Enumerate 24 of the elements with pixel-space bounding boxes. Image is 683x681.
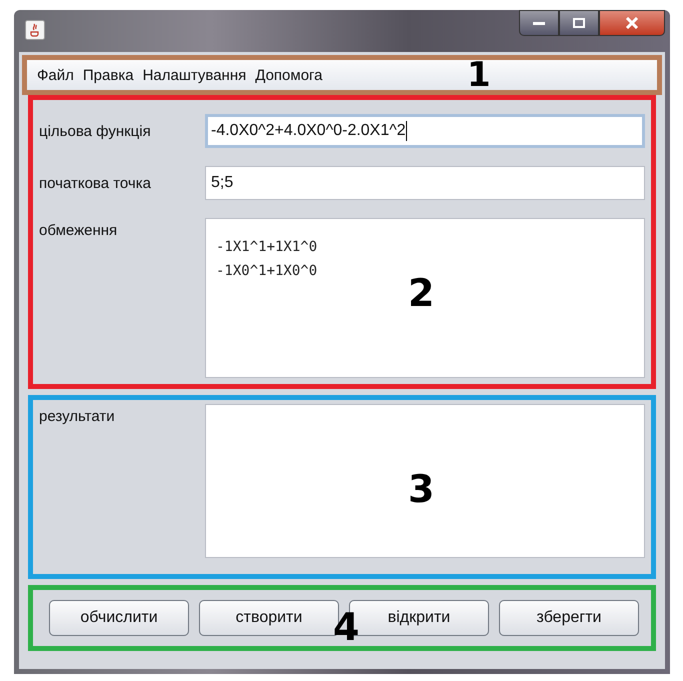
input-field[interactable]: 5;5 xyxy=(205,166,645,200)
action-button[interactable]: зберегти xyxy=(499,600,639,636)
field-label: початкова точка xyxy=(39,174,152,192)
input-field[interactable]: -4.0X0^2+4.0X0^0-2.0X1^2 xyxy=(205,114,645,148)
close-button[interactable] xyxy=(599,10,665,36)
callout-number: 2 xyxy=(408,274,434,312)
field-label: обмеження xyxy=(39,221,118,239)
callout-number: 3 xyxy=(408,470,434,508)
close-icon xyxy=(625,17,639,29)
maximize-button[interactable] xyxy=(559,10,599,36)
minimize-icon xyxy=(532,20,546,26)
menu-item[interactable]: Правка xyxy=(82,66,134,84)
field-label: цільова функція xyxy=(39,122,152,140)
maximize-icon xyxy=(572,17,586,29)
constraint-line: -1X0^1+1X0^0 xyxy=(216,262,318,281)
field-label: результати xyxy=(39,407,116,425)
cup-icon xyxy=(25,20,45,40)
minimize-button[interactable] xyxy=(519,10,559,36)
menu-item[interactable]: Файл xyxy=(37,66,74,84)
callout-number: 1 xyxy=(467,58,491,92)
menu-item[interactable]: Налаштування xyxy=(142,66,246,84)
menu-item[interactable]: Допомога xyxy=(255,66,323,84)
action-button[interactable]: обчислити xyxy=(49,600,189,636)
constraint-line: -1X1^1+1X1^0 xyxy=(216,238,318,257)
